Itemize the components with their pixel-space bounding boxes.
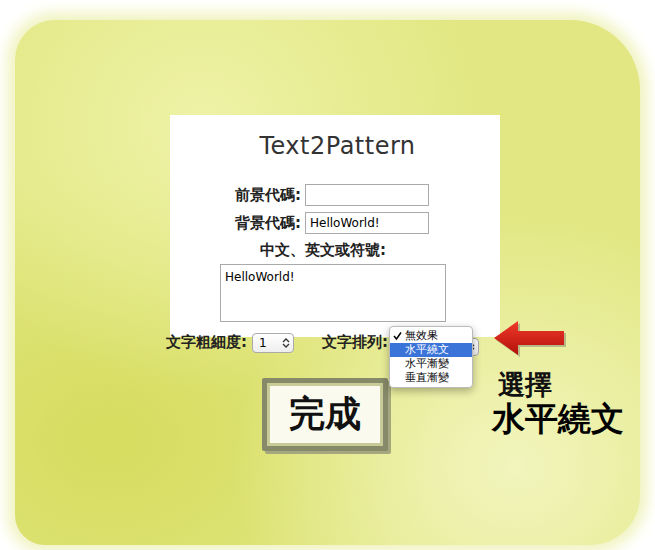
menu-option[interactable]: 水平繞文 xyxy=(390,343,472,357)
option-label: 無效果 xyxy=(405,329,438,343)
arrangement-menu: 無效果水平繞文水平漸變垂直漸變 xyxy=(389,326,473,388)
option-label: 水平漸變 xyxy=(405,357,449,371)
text-area[interactable]: HelloWorld! xyxy=(220,264,446,322)
field-label: 背景代碼: xyxy=(175,212,305,235)
annotation: 選擇水平繞文 xyxy=(492,318,624,438)
menu-option[interactable]: 水平漸變 xyxy=(390,357,472,371)
check-icon xyxy=(392,331,403,341)
annotation-text: 選擇 xyxy=(498,370,624,400)
menu-option[interactable]: 垂直漸變 xyxy=(390,371,472,385)
text-label: 中文、英文或符號: xyxy=(15,239,640,262)
check-icon xyxy=(392,345,403,355)
field-row: 前景代碼: xyxy=(15,184,640,207)
weight-select[interactable]: 1 xyxy=(252,333,294,353)
updown-icon xyxy=(282,337,290,349)
weight-label: 文字粗細度: xyxy=(166,331,247,354)
option-label: 垂直漸變 xyxy=(405,371,449,385)
arrangement-label: 文字排列: xyxy=(322,331,388,354)
option-label: 水平繞文 xyxy=(405,343,449,357)
red-arrow-icon xyxy=(492,318,568,358)
app-title: Text2Pattern xyxy=(15,128,640,164)
field-label: 前景代碼: xyxy=(175,184,305,207)
field-input[interactable] xyxy=(305,212,429,234)
weight-value: 1 xyxy=(259,334,267,352)
field-row: 背景代碼: xyxy=(15,212,640,235)
annotation-text: 水平繞文 xyxy=(492,400,624,438)
brush-frame: Text2Pattern 前景代碼: 背景代碼: 中文、英文或符號: HelloW… xyxy=(15,20,640,545)
field-input[interactable] xyxy=(305,184,429,206)
submit-button[interactable]: 完成 xyxy=(262,378,388,451)
menu-option[interactable]: 無效果 xyxy=(390,329,472,343)
